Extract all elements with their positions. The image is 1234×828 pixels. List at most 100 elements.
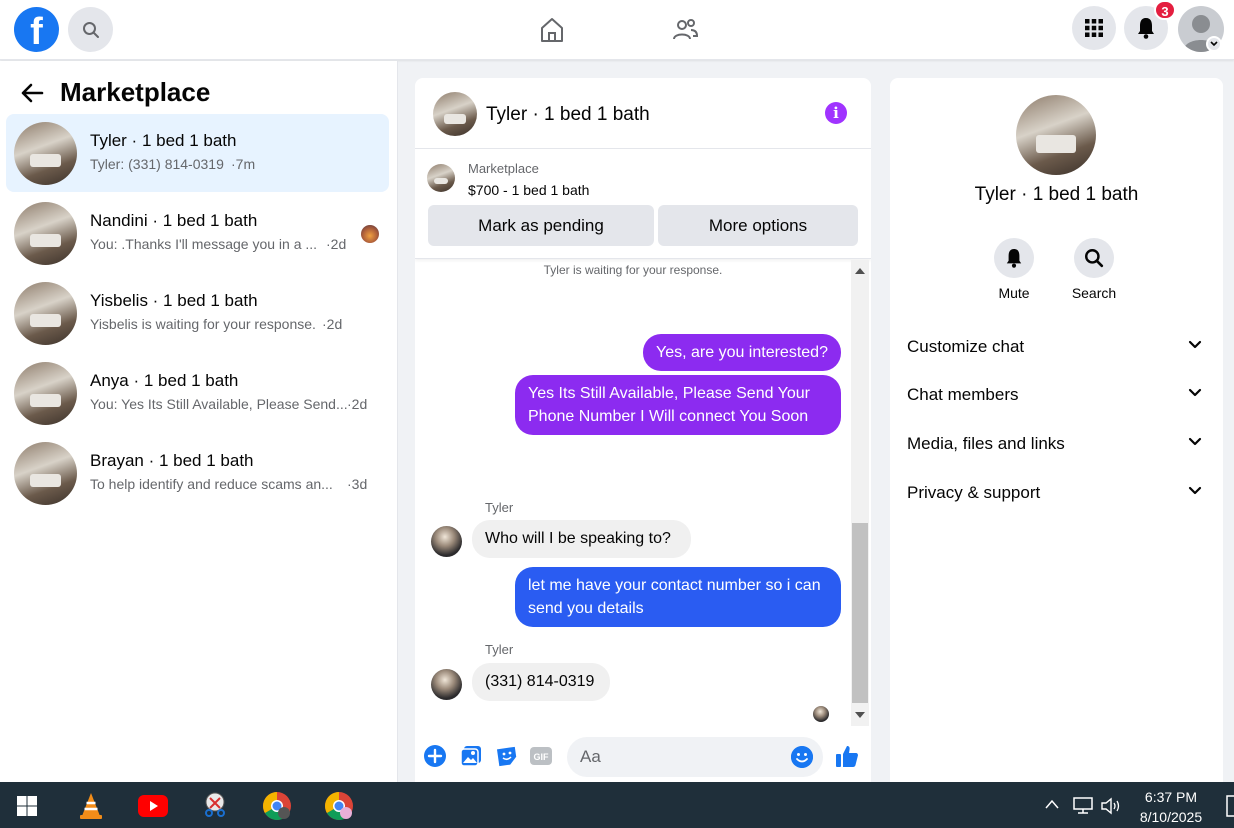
listing-thumbnail bbox=[14, 442, 77, 505]
incoming-message[interactable]: (331) 814-0319 bbox=[472, 663, 610, 701]
search-action[interactable]: Search bbox=[1064, 238, 1124, 301]
grid-menu-icon bbox=[1085, 19, 1103, 37]
plus-circle-icon bbox=[424, 745, 446, 767]
details-title: Tyler · 1 bed 1 bath bbox=[974, 184, 1139, 205]
more-options-button[interactable]: More options bbox=[658, 205, 858, 246]
listing-thumbnail[interactable] bbox=[427, 164, 455, 192]
message-scrollbar[interactable] bbox=[851, 260, 869, 726]
conversation-item[interactable]: Yisbelis · 1 bed 1 bath Yisbelis is wait… bbox=[6, 274, 389, 352]
conversation-preview: Tyler: (331) 814-0319 bbox=[90, 156, 224, 172]
gif-icon: GIF bbox=[530, 747, 552, 765]
search-conversation-button[interactable] bbox=[1074, 238, 1114, 278]
chevron-down-icon bbox=[1188, 340, 1202, 349]
scroll-down-arrow[interactable] bbox=[855, 712, 865, 718]
mute-action[interactable]: Mute bbox=[984, 238, 1044, 301]
listing-price[interactable]: $700 - 1 bed 1 bath bbox=[468, 182, 589, 198]
outgoing-message[interactable]: Yes, are you interested? bbox=[643, 334, 841, 371]
details-avatar[interactable] bbox=[1016, 95, 1096, 175]
more-actions-button[interactable] bbox=[423, 744, 447, 768]
outgoing-message[interactable]: let me have your contact number so i can… bbox=[515, 567, 841, 627]
message-input[interactable] bbox=[567, 737, 823, 777]
incoming-message[interactable]: Who will I be speaking to? bbox=[472, 520, 691, 558]
chat-details-panel: Tyler · 1 bed 1 bath Mute Search Customi… bbox=[890, 78, 1223, 782]
conversation-item[interactable]: Nandini · 1 bed 1 bath You: .Thanks I'll… bbox=[6, 194, 389, 272]
sender-name: Tyler bbox=[485, 642, 514, 657]
chrome-profile-taskbar-button[interactable] bbox=[324, 791, 354, 821]
scroll-up-arrow[interactable] bbox=[855, 268, 865, 274]
volume-icon[interactable] bbox=[1100, 797, 1122, 815]
scissors-icon bbox=[205, 792, 225, 817]
like-button[interactable] bbox=[835, 744, 859, 768]
start-button[interactable] bbox=[12, 791, 42, 821]
conversation-name: Tyler · 1 bed 1 bath bbox=[90, 131, 237, 150]
conversation-preview: To help identify and reduce scams an... bbox=[90, 476, 333, 492]
chat-title[interactable]: Tyler · 1 bed 1 bath bbox=[486, 104, 650, 126]
vlc-taskbar-button[interactable] bbox=[76, 791, 106, 821]
search-icon bbox=[82, 21, 99, 38]
conversation-time: ·2d bbox=[347, 396, 368, 412]
conversation-name: Anya · 1 bed 1 bath bbox=[90, 371, 239, 390]
privacy-support-section[interactable]: Privacy & support bbox=[890, 473, 1223, 513]
friends-nav-button[interactable] bbox=[667, 12, 703, 48]
account-caret[interactable] bbox=[1206, 36, 1222, 52]
conversation-name: Yisbelis · 1 bed 1 bath bbox=[90, 291, 258, 310]
conversation-item[interactable]: Tyler · 1 bed 1 bath Tyler: (331) 814-03… bbox=[6, 114, 389, 192]
home-nav-button[interactable] bbox=[534, 12, 570, 48]
facebook-logo[interactable]: f bbox=[14, 7, 59, 52]
network-icon[interactable] bbox=[1072, 797, 1094, 815]
search-button[interactable] bbox=[68, 7, 113, 52]
top-bar: f 3 bbox=[0, 0, 1234, 60]
outgoing-message[interactable]: Yes Its Still Available, Please Send You… bbox=[515, 375, 841, 435]
show-hidden-icons-chevron-icon[interactable] bbox=[1044, 798, 1060, 810]
sidebar-header: Marketplace bbox=[20, 77, 210, 108]
message-list: Tyler is waiting for your response. Yes,… bbox=[415, 260, 851, 726]
chrome-icon bbox=[263, 792, 291, 820]
conversation-name: Nandini · 1 bed 1 bath bbox=[90, 211, 258, 230]
attach-photo-button[interactable] bbox=[459, 744, 483, 768]
info-icon[interactable]: i bbox=[825, 102, 847, 124]
listing-thumbnail bbox=[14, 202, 77, 265]
chat-members-section[interactable]: Chat members bbox=[890, 375, 1223, 415]
chat-panel: Tyler · 1 bed 1 bath i Marketplace $700 … bbox=[415, 78, 871, 782]
conversation-time: ·2d bbox=[326, 236, 347, 252]
mark-as-pending-button[interactable]: Mark as pending bbox=[428, 205, 654, 246]
page-title: Marketplace bbox=[60, 77, 211, 107]
conversation-preview: Yisbelis is waiting for your response. bbox=[90, 316, 316, 332]
chat-avatar[interactable] bbox=[433, 92, 477, 136]
youtube-icon bbox=[138, 795, 168, 817]
conversation-item[interactable]: Brayan · 1 bed 1 bath To help identify a… bbox=[6, 434, 389, 512]
conversation-preview: You: Yes Its Still Available, Please Sen… bbox=[90, 396, 348, 412]
sticker-button[interactable] bbox=[495, 744, 519, 768]
customize-chat-section[interactable]: Customize chat bbox=[890, 327, 1223, 367]
section-label: Privacy & support bbox=[907, 483, 1041, 502]
windows-icon bbox=[17, 796, 37, 816]
chrome-taskbar-button[interactable] bbox=[262, 791, 292, 821]
mute-label: Mute bbox=[998, 285, 1030, 301]
conversation-item[interactable]: Anya · 1 bed 1 bath You: Yes Its Still A… bbox=[6, 354, 389, 432]
gif-button[interactable]: GIF bbox=[529, 744, 553, 768]
listing-thumbnail bbox=[14, 362, 77, 425]
sticker-icon bbox=[496, 746, 517, 767]
section-label: Media, files and links bbox=[907, 434, 1065, 453]
scroll-thumb[interactable] bbox=[852, 523, 868, 703]
sender-avatar[interactable] bbox=[431, 669, 462, 700]
chrome-icon bbox=[325, 792, 353, 820]
media-files-links-section[interactable]: Media, files and links bbox=[890, 424, 1223, 464]
snipping-tool-taskbar-button[interactable] bbox=[200, 791, 230, 821]
menu-button[interactable] bbox=[1072, 6, 1116, 50]
notification-center-icon[interactable] bbox=[1226, 795, 1234, 817]
emoji-button[interactable] bbox=[791, 746, 813, 768]
youtube-taskbar-button[interactable] bbox=[138, 791, 168, 821]
bell-icon bbox=[1006, 249, 1022, 268]
back-arrow-icon[interactable] bbox=[20, 82, 44, 104]
mute-button[interactable] bbox=[994, 238, 1034, 278]
conversation-time: ·2d bbox=[322, 316, 343, 332]
chevron-down-icon bbox=[1188, 437, 1202, 446]
system-clock[interactable]: 6:37 PM 8/10/2025 bbox=[1130, 787, 1212, 827]
sender-avatar[interactable] bbox=[431, 526, 462, 557]
friends-icon bbox=[673, 19, 699, 40]
listing-thumbnail bbox=[14, 122, 77, 185]
smiley-icon bbox=[791, 746, 813, 768]
read-receipt-avatar bbox=[813, 706, 829, 722]
seen-avatar bbox=[361, 225, 379, 243]
